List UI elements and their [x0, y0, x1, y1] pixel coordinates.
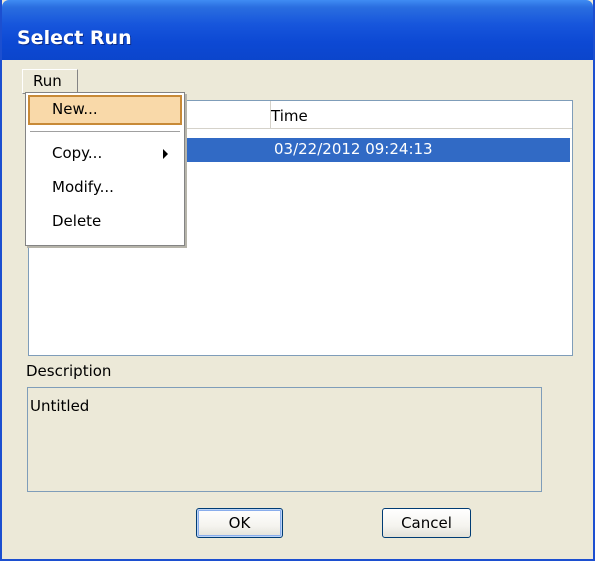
menu-item-delete-label: Delete: [52, 212, 102, 230]
menu-item-copy-label: Copy...: [52, 144, 103, 162]
run-menu-dropdown: New... Copy... Modify... Delete: [25, 92, 185, 246]
row-time: 03/22/2012 09:24:13: [274, 140, 433, 158]
menu-run-label: Run: [33, 72, 62, 90]
cancel-button[interactable]: Cancel: [382, 508, 471, 538]
window-title: Select Run: [17, 27, 132, 49]
menu-item-delete[interactable]: Delete: [28, 207, 182, 237]
menu-item-new[interactable]: New...: [28, 95, 182, 125]
menu-item-copy[interactable]: Copy...: [28, 139, 182, 169]
submenu-arrow-icon: [163, 149, 168, 159]
dialog-body: Run Time 03/22/2012 09:24:13 Description…: [2, 60, 593, 559]
description-field[interactable]: Untitled: [27, 387, 542, 492]
menu-item-modify[interactable]: Modify...: [28, 173, 182, 203]
select-run-dialog: Select Run Run Time 03/22/2012 09:24:13 …: [0, 0, 595, 561]
description-label: Description: [26, 362, 112, 380]
column-header-time[interactable]: Time: [270, 101, 570, 128]
ok-button[interactable]: OK: [196, 508, 283, 538]
title-bar[interactable]: Select Run: [2, 0, 593, 60]
menu-run[interactable]: Run: [22, 69, 78, 94]
menu-item-modify-label: Modify...: [52, 178, 114, 196]
description-value: Untitled: [30, 397, 90, 415]
menu-item-new-label: New...: [52, 100, 98, 118]
menu-separator: [30, 131, 180, 133]
column-header-time-label: Time: [271, 107, 308, 125]
